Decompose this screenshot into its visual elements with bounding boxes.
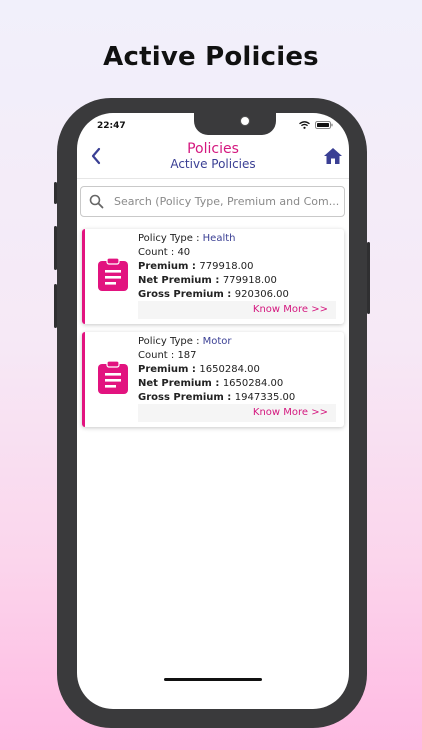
know-more-link[interactable]: Know More >>	[138, 404, 336, 422]
policy-type-row: Policy Type : Motor	[138, 335, 295, 349]
policy-type-label: Policy Type :	[138, 336, 203, 347]
gross-premium-value: 1947335.00	[234, 392, 296, 403]
net-premium-row: Net Premium : 779918.00	[138, 274, 289, 288]
app-screen: 22:47 Policies Active Policies Search (P…	[77, 113, 349, 709]
premium-row: Premium : 779918.00	[138, 260, 289, 274]
gross-premium-label: Gross Premium :	[138, 392, 235, 403]
gross-premium-row: Gross Premium : 1947335.00	[138, 391, 295, 405]
card-details: Policy Type : Motor Count : 187 Premium …	[138, 335, 295, 405]
premium-value: 779918.00	[199, 261, 254, 272]
volume-down-button	[54, 284, 57, 328]
notch	[194, 113, 276, 135]
camera-dot	[240, 116, 250, 126]
promo-title: Active Policies	[103, 42, 319, 72]
count-row: Count : 40	[138, 246, 289, 260]
search-bar[interactable]	[80, 186, 345, 217]
count-value: 40	[177, 247, 191, 258]
silent-switch	[54, 182, 57, 204]
clipboard-icon	[98, 257, 128, 291]
policy-type-row: Policy Type : Health	[138, 232, 289, 246]
clipboard-icon	[98, 360, 128, 394]
count-label: Count :	[138, 247, 178, 258]
status-time: 22:47	[97, 121, 126, 131]
policy-type-value: Health	[202, 233, 236, 244]
policy-card-health[interactable]: Policy Type : Health Count : 40 Premium …	[82, 229, 344, 324]
search-input[interactable]	[114, 187, 344, 216]
gross-premium-label: Gross Premium :	[138, 289, 235, 300]
gross-premium-row: Gross Premium : 920306.00	[138, 288, 289, 302]
policy-card-motor[interactable]: Policy Type : Motor Count : 187 Premium …	[82, 332, 344, 427]
premium-row: Premium : 1650284.00	[138, 363, 295, 377]
premium-label: Premium :	[138, 261, 200, 272]
card-accent-bar	[82, 229, 85, 324]
count-value: 187	[177, 350, 197, 361]
header-divider	[77, 178, 349, 179]
home-icon	[324, 148, 342, 164]
net-premium-value: 779918.00	[222, 275, 277, 286]
battery-icon	[315, 121, 333, 129]
gross-premium-value: 920306.00	[234, 289, 289, 300]
home-button[interactable]	[323, 147, 343, 165]
volume-up-button	[54, 226, 57, 270]
premium-value: 1650284.00	[199, 364, 260, 375]
search-icon	[89, 194, 104, 209]
net-premium-label: Net Premium :	[138, 275, 223, 286]
card-accent-bar	[82, 332, 85, 427]
page-title: Policies	[187, 141, 239, 157]
page-subtitle: Active Policies	[170, 157, 256, 171]
policy-type-label: Policy Type :	[138, 233, 203, 244]
net-premium-label: Net Premium :	[138, 378, 223, 389]
card-details: Policy Type : Health Count : 40 Premium …	[138, 232, 289, 302]
policy-type-value: Motor	[202, 336, 232, 347]
count-row: Count : 187	[138, 349, 295, 363]
status-icons	[299, 121, 333, 129]
net-premium-value: 1650284.00	[222, 378, 284, 389]
power-button	[367, 242, 370, 314]
know-more-link[interactable]: Know More >>	[138, 301, 336, 319]
premium-label: Premium :	[138, 364, 200, 375]
wifi-icon	[299, 121, 310, 129]
net-premium-row: Net Premium : 1650284.00	[138, 377, 295, 391]
home-indicator[interactable]	[164, 678, 262, 681]
count-label: Count :	[138, 350, 178, 361]
